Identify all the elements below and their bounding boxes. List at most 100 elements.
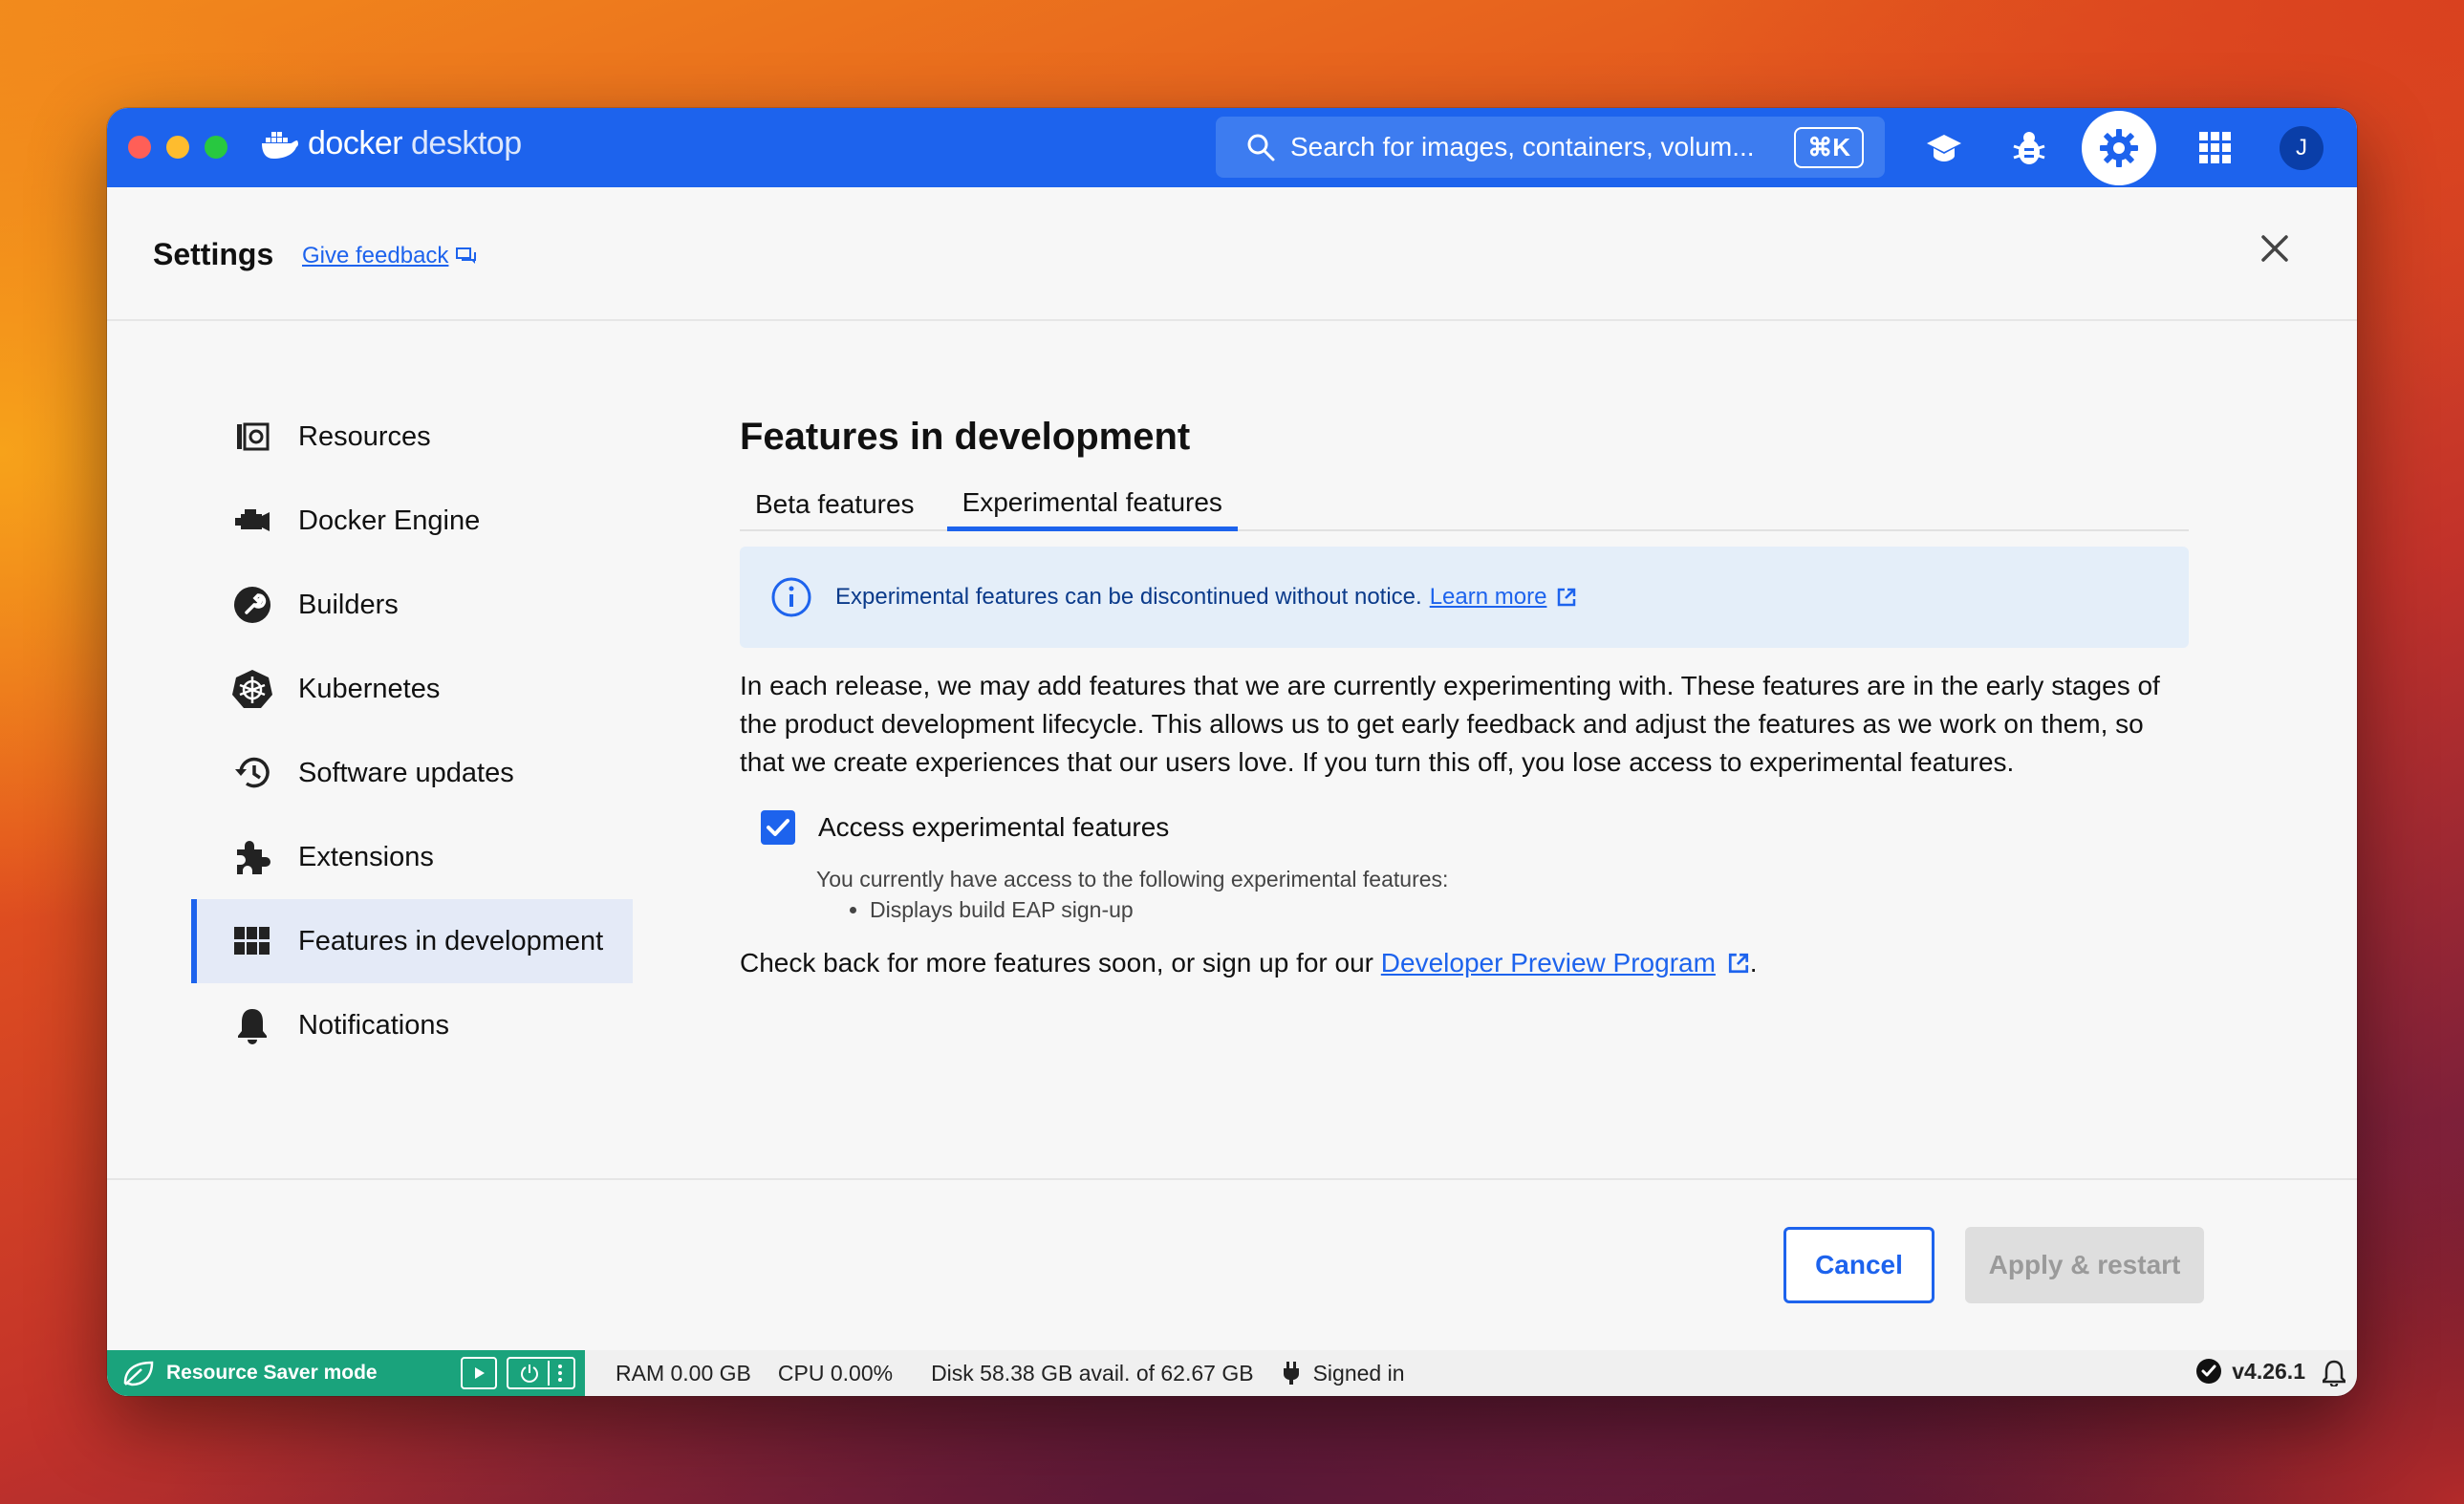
settings-button[interactable] <box>2082 111 2156 185</box>
play-icon <box>475 1367 485 1379</box>
checkbox-label: Access experimental features <box>818 812 1170 842</box>
sidebar-item-label: Kubernetes <box>298 673 441 704</box>
sidebar-item-docker-engine[interactable]: Docker Engine <box>191 479 633 563</box>
info-banner: Experimental features can be discontinue… <box>740 547 2189 648</box>
feedback-icon <box>456 247 477 264</box>
signed-in-label: Signed in <box>1312 1360 1405 1386</box>
search-icon <box>1247 134 1275 161</box>
sidebar-item-label: Features in development <box>298 925 604 956</box>
graduation-cap-icon <box>1927 135 1961 161</box>
access-experimental-row: Access experimental features <box>761 810 2189 845</box>
history-icon <box>229 750 275 796</box>
gear-icon <box>2100 129 2138 167</box>
global-search[interactable]: Search for images, containers, volum... … <box>1216 117 1885 178</box>
brand-subname: desktop <box>411 125 522 161</box>
sidebar-item-label: Extensions <box>298 841 434 872</box>
sidebar-item-kubernetes[interactable]: Kubernetes <box>191 647 633 731</box>
learning-center-button[interactable] <box>1919 123 1969 173</box>
access-details: You currently have access to the followi… <box>816 864 2189 925</box>
docker-desktop-window: docker desktop Search for images, contai… <box>107 108 2357 1396</box>
engine-menu-button[interactable] <box>507 1357 575 1389</box>
start-engine-button[interactable] <box>461 1357 497 1389</box>
wrench-icon <box>229 582 275 628</box>
sidebar-item-extensions[interactable]: Extensions <box>191 815 633 899</box>
more-vertical-icon <box>558 1364 562 1382</box>
engine-controls <box>461 1357 575 1389</box>
ram-usage: RAM 0.00 GB <box>616 1360 751 1386</box>
footer-divider <box>107 1178 2357 1180</box>
apps-grid-icon <box>2199 132 2231 163</box>
settings-header: Settings Give feedback <box>107 187 2357 321</box>
bell-icon <box>229 1002 275 1048</box>
sidebar-item-features-in-development[interactable]: Features in development <box>191 899 633 983</box>
docker-whale-icon <box>262 131 298 159</box>
tab-experimental-features[interactable]: Experimental features <box>946 478 1238 531</box>
leaf-icon <box>123 1361 154 1386</box>
docker-logo: docker desktop <box>260 125 522 162</box>
learn-more-link[interactable]: Learn more <box>1430 584 1547 611</box>
access-experimental-checkbox[interactable] <box>761 810 795 845</box>
sign-in-status[interactable]: Signed in <box>1283 1361 1405 1386</box>
status-bar: Resource Saver mode RAM 0.00 GB CPU 0.00… <box>107 1350 2357 1396</box>
bug-icon <box>2013 132 2045 164</box>
power-icon <box>521 1364 538 1383</box>
sidebar-item-builders[interactable]: Builders <box>191 563 633 647</box>
resources-icon <box>229 414 275 460</box>
close-settings-button[interactable] <box>2254 227 2296 269</box>
user-avatar[interactable]: J <box>2280 126 2324 170</box>
sidebar-item-notifications[interactable]: Notifications <box>191 983 633 1067</box>
apply-restart-button[interactable]: Apply & restart <box>1965 1227 2204 1303</box>
give-feedback-link[interactable]: Give feedback <box>302 243 477 269</box>
plug-icon <box>1283 1362 1299 1385</box>
close-icon <box>2261 235 2288 262</box>
developer-preview-link[interactable]: Developer Preview Program <box>1381 948 1716 978</box>
check-circle-icon <box>2196 1359 2222 1384</box>
notifications-button[interactable] <box>2322 1360 2346 1392</box>
main-content: Features in development Beta features Ex… <box>740 395 2189 978</box>
bell-icon <box>2322 1360 2346 1388</box>
troubleshoot-button[interactable] <box>2004 123 2054 173</box>
engine-icon <box>229 498 275 544</box>
check-back-text: Check back for more features soon, or si… <box>740 948 2189 978</box>
check-back-end: . <box>1749 948 1758 978</box>
section-title: Features in development <box>740 416 1191 458</box>
tab-beta-features[interactable]: Beta features <box>740 478 930 531</box>
cpu-usage: CPU 0.00% <box>777 1360 894 1386</box>
feature-tabs: Beta features Experimental features <box>740 478 2189 531</box>
sidebar-item-label: Docker Engine <box>298 505 481 536</box>
resource-saver-indicator[interactable]: Resource Saver mode <box>107 1350 585 1396</box>
sidebar-item-label: Builders <box>298 589 399 620</box>
maximize-window-button[interactable] <box>205 136 227 159</box>
sidebar-item-label: Notifications <box>298 1009 449 1041</box>
brand-name: docker <box>308 125 403 161</box>
check-back-label: Check back for more features soon, or si… <box>740 948 1373 978</box>
extensions-grid-button[interactable] <box>2191 123 2240 173</box>
page-title: Settings <box>153 237 274 271</box>
minimize-window-button[interactable] <box>166 136 189 159</box>
external-link-icon <box>1728 953 1748 974</box>
cancel-button[interactable]: Cancel <box>1783 1227 1934 1303</box>
title-bar: docker desktop Search for images, contai… <box>107 108 2357 187</box>
search-placeholder: Search for images, containers, volum... <box>1290 132 1755 161</box>
give-feedback-label: Give feedback <box>302 243 449 269</box>
helm-icon <box>229 666 275 712</box>
close-window-button[interactable] <box>128 136 151 159</box>
grid-icon <box>229 918 275 964</box>
sidebar-item-software-updates[interactable]: Software updates <box>191 731 633 815</box>
sidebar-item-resources[interactable]: Resources <box>191 395 633 479</box>
window-controls <box>128 136 227 159</box>
external-link-icon <box>1558 588 1576 607</box>
info-icon <box>771 577 811 617</box>
version-label: v4.26.1 <box>2232 1358 2305 1384</box>
feature-description: In each release, we may add features tha… <box>740 671 2160 777</box>
list-item: Displays build EAP sign-up <box>870 894 2189 925</box>
access-text: You currently have access to the followi… <box>816 867 1449 892</box>
search-shortcut: ⌘K <box>1794 126 1864 168</box>
info-text: Experimental features can be discontinue… <box>835 584 1422 610</box>
sidebar-item-label: Software updates <box>298 757 514 788</box>
sidebar-item-label: Resources <box>298 420 431 452</box>
puzzle-icon <box>229 834 275 880</box>
access-list: Displays build EAP sign-up <box>870 894 2189 925</box>
disk-usage: Disk 58.38 GB avail. of 62.67 GB <box>931 1360 1254 1386</box>
version-indicator[interactable]: v4.26.1 <box>2195 1358 2305 1385</box>
